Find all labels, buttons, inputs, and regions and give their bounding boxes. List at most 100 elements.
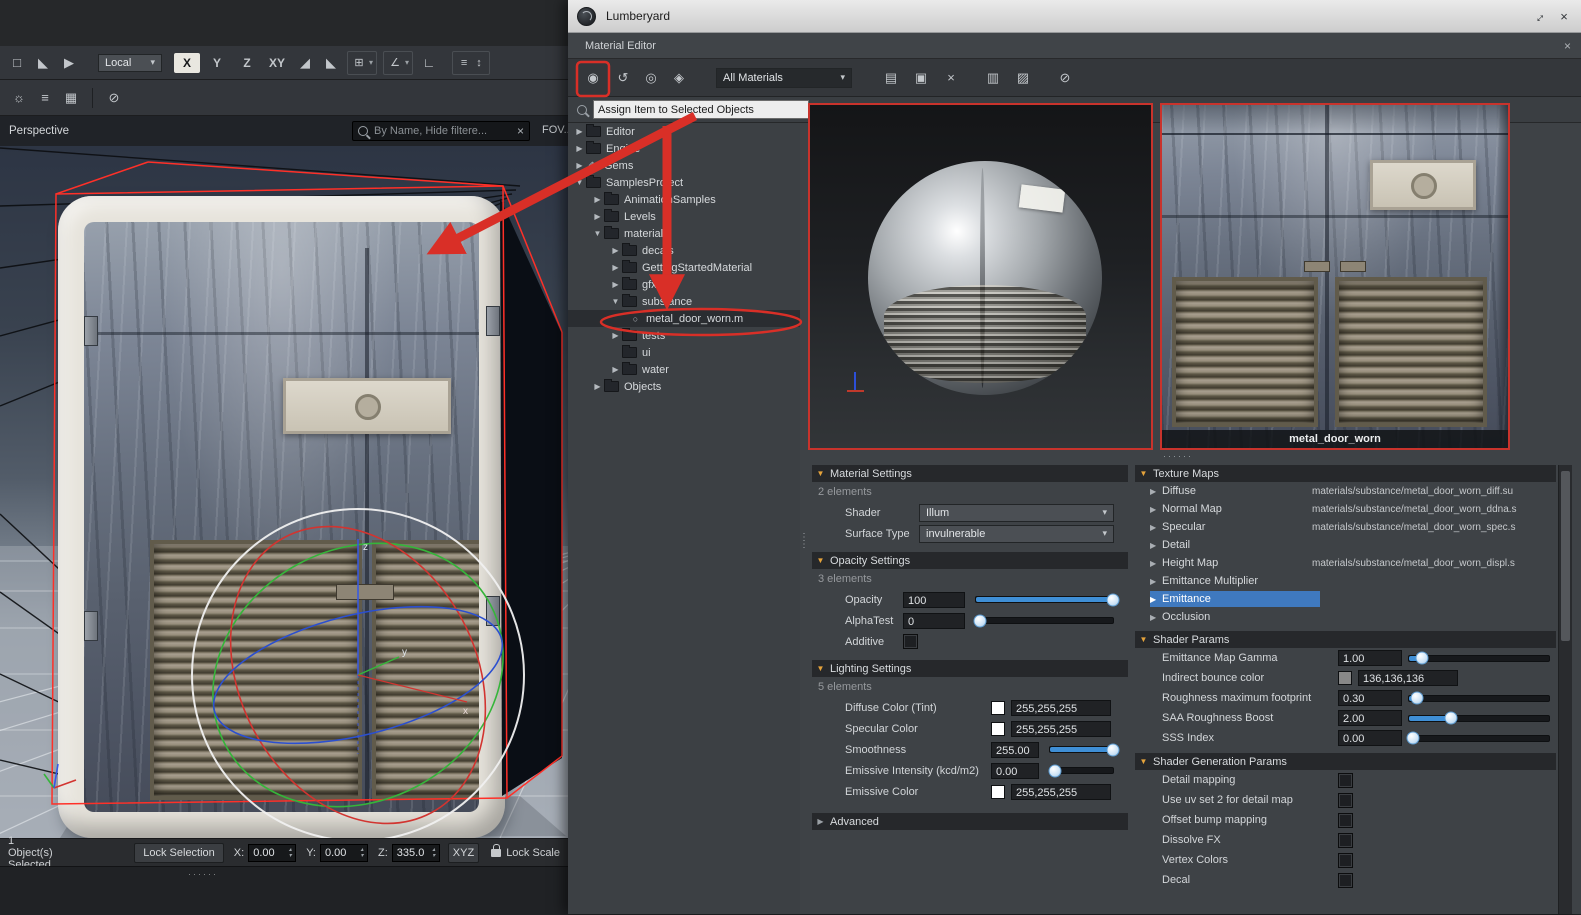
tree-item-substance[interactable]: ▼ substance [568,293,800,310]
angle-snap-button[interactable]: ∠ ▾ [383,51,413,75]
collapse-icon[interactable]: ▶ [816,817,825,826]
tree-item-metal-door-worn[interactable]: ○ metal_door_worn.m [568,310,800,327]
section-opacity-settings[interactable]: ▼ Opacity Settings [812,552,1128,569]
offset-bump-mapping-checkbox[interactable] [1338,813,1353,828]
pick-material-icon[interactable]: ◈ [666,66,692,90]
dissolve-fx-checkbox[interactable] [1338,833,1353,848]
tree-item-gems[interactable]: ▶ ◈ Gems [568,157,800,174]
chevron-right-icon[interactable]: ▶ [1150,577,1162,586]
uv-set-2-checkbox[interactable] [1338,793,1353,808]
section-shader-params[interactable]: ▼ Shader Params [1135,631,1556,648]
tree-item-editor[interactable]: ▶ Editor [568,123,800,140]
collapse-icon[interactable]: ▼ [816,469,825,478]
tree-item-gettingstartedmaterial[interactable]: ▶ GettingStartedMaterial [568,259,800,276]
assign-material-icon[interactable]: ◉ [580,66,606,90]
sss-index-value[interactable]: 0.00 [1338,730,1402,746]
texture-row-emittance-multiplier[interactable]: ▶ Emittance Multiplier [1135,572,1556,590]
indirect-bounce-color-swatch[interactable] [1338,671,1352,685]
viewport-3d-scene[interactable]: z y x [0,146,568,838]
chevron-right-icon[interactable]: ▶ [592,382,603,391]
save-icon[interactable]: ▣ [908,66,934,90]
layers-icon[interactable]: ≡ [32,86,58,110]
sss-index-slider[interactable] [1408,735,1550,742]
saa-roughness-boost-value[interactable]: 2.00 [1338,710,1402,726]
opacity-slider[interactable] [975,596,1114,603]
material-editor-tab[interactable]: Material Editor [585,40,656,52]
specular-color-value[interactable]: 255,255,255 [1011,721,1111,737]
roughness-footprint-value[interactable]: 0.30 [1338,690,1402,706]
chevron-right-icon[interactable]: ▶ [1150,613,1162,622]
lock-scale-label[interactable]: Lock Scale [506,847,560,859]
tree-item-materials[interactable]: ▼ materials [568,225,800,242]
alphatest-slider[interactable] [975,617,1114,624]
get-material-from-selection-icon[interactable]: ◎ [638,66,664,90]
additive-checkbox[interactable] [903,634,918,649]
collapse-icon[interactable]: ▼ [816,556,825,565]
ruler-icon[interactable]: ∟ [416,51,442,75]
tree-item-samplesproject[interactable]: ▼ SamplesProject [568,174,800,191]
collapse-icon[interactable]: ▼ [1139,635,1148,644]
texture-row-normal-map[interactable]: ▶ Normal Map materials/substance/metal_d… [1135,500,1556,518]
emittance-map-gamma-slider[interactable] [1408,655,1550,662]
copy-icon[interactable]: ▥ [980,66,1006,90]
y-coordinate-input[interactable]: 0.00 ▴▾ [320,844,368,862]
tree-item-levels[interactable]: ▶ Levels [568,208,800,225]
detail-mapping-checkbox[interactable] [1338,773,1353,788]
alphatest-value[interactable]: 0 [903,613,965,629]
texture-row-detail[interactable]: ▶ Detail [1135,536,1556,554]
select-tool-icon[interactable]: □ [4,51,30,75]
chevron-right-icon[interactable]: ▶ [1150,523,1162,532]
decal-checkbox[interactable] [1338,873,1353,888]
opacity-value[interactable]: 100 [903,592,965,608]
disable-helpers-icon[interactable]: ⊘ [101,86,127,110]
tree-item-animationsamples[interactable]: ▶ AnimationSamples [568,191,800,208]
chevron-right-icon[interactable]: ▶ [610,331,621,340]
specular-color-swatch[interactable] [991,722,1005,736]
vertex-colors-checkbox[interactable] [1338,853,1353,868]
reset-material-icon[interactable]: ↺ [610,66,636,90]
axis-z-button[interactable]: Z [234,53,260,73]
collapse-icon[interactable]: ▼ [816,664,825,673]
x-coordinate-input[interactable]: 0.00 ▴▾ [248,844,296,862]
terrain-tool-icon[interactable]: ◣ [30,51,56,75]
chevron-right-icon[interactable]: ▶ [1150,541,1162,550]
section-texture-maps[interactable]: ▼ Texture Maps [1135,465,1556,482]
chevron-right-icon[interactable]: ▶ [610,280,621,289]
diffuse-color-value[interactable]: 255,255,255 [1011,700,1111,716]
smoothness-slider[interactable] [1049,746,1114,753]
tree-item-objects[interactable]: ▶ Objects [568,378,800,395]
chevron-right-icon[interactable]: ▶ [574,161,585,170]
chevron-right-icon[interactable]: ▶ [574,144,585,153]
chevron-right-icon[interactable]: ▶ [592,212,603,221]
texture-row-occlusion[interactable]: ▶ Occlusion [1135,608,1556,626]
material-preview-sphere-pane[interactable] [808,103,1153,450]
viewport-mode-label[interactable]: Perspective [0,125,69,137]
emissive-intensity-slider[interactable] [1049,767,1114,774]
clean-unused-icon[interactable]: ⊘ [1052,66,1078,90]
chevron-down-icon[interactable]: ▼ [574,178,585,187]
cube-display-icon[interactable]: ▦ [58,86,84,110]
lock-selection-button[interactable]: Lock Selection [134,843,224,863]
scrollbar[interactable] [1558,465,1572,914]
collapse-icon[interactable]: ▼ [1139,757,1148,766]
reference-space-dropdown[interactable]: Local ▾ [98,54,162,72]
delete-icon[interactable]: × [938,66,964,90]
close-panel-icon[interactable]: × [1564,39,1571,53]
texture-row-specular[interactable]: ▶ Specular materials/substance/metal_doo… [1135,518,1556,536]
chevron-down-icon[interactable]: ▼ [610,297,621,306]
axis-y-button[interactable]: Y [204,53,230,73]
display-options-button[interactable]: ≡ ↕ [452,51,490,75]
diffuse-color-swatch[interactable] [991,701,1005,715]
viewport-search-input[interactable]: By Name, Hide filtere... × [352,121,530,141]
texture-row-diffuse[interactable]: ▶ Diffuse materials/substance/metal_door… [1135,482,1556,500]
section-shader-generation-params[interactable]: ▼ Shader Generation Params [1135,753,1556,770]
window-titlebar[interactable]: Lumberyard ↔ × [568,0,1581,33]
texture-row-emittance[interactable]: ▶ Emittance [1135,590,1556,608]
chevron-right-icon[interactable]: ▶ [1150,487,1162,496]
tree-item-tests[interactable]: ▶ tests [568,327,800,344]
splitter-handle[interactable]: ······ [188,869,218,879]
assign-item-tooltip[interactable]: Assign Item to Selected Objects [593,100,809,119]
chevron-right-icon[interactable]: ▶ [574,127,585,136]
splitter-handle[interactable]: ⋮⋮ [799,534,807,548]
chevron-down-icon[interactable]: ▼ [592,229,603,238]
